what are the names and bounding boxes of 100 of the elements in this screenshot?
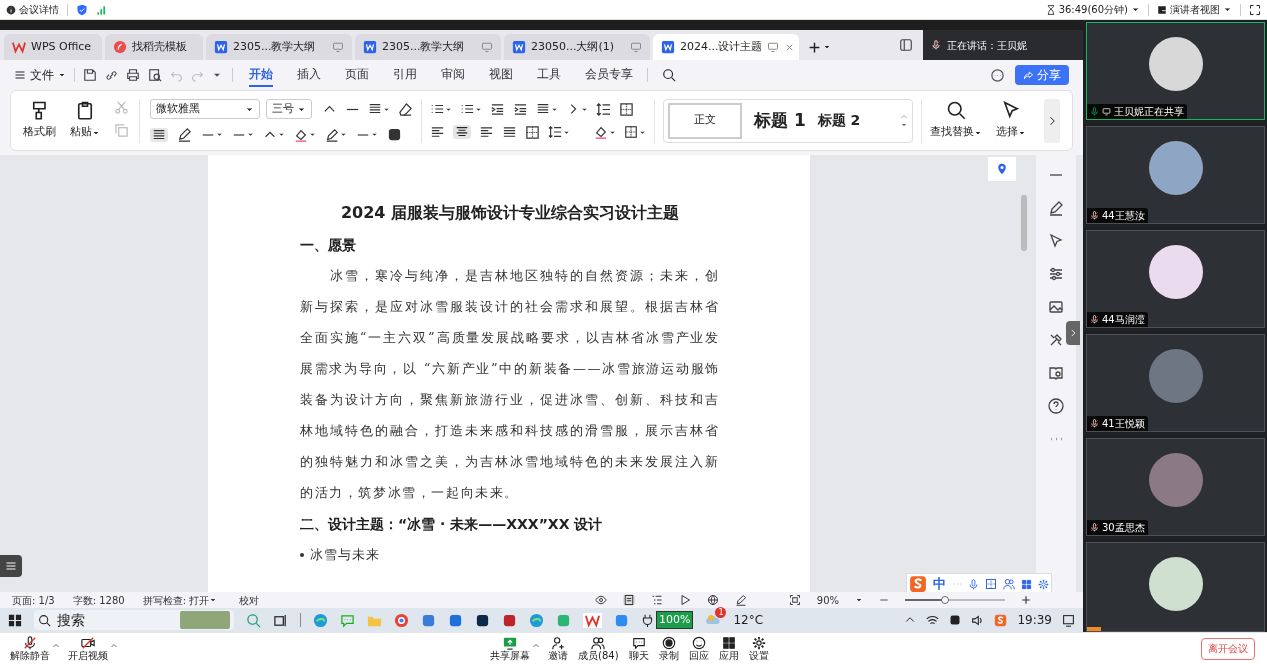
outdent-icon[interactable] bbox=[490, 101, 505, 117]
clock[interactable]: 19:39 bbox=[1017, 611, 1052, 629]
meeting-control[interactable]: 聊天 bbox=[626, 635, 651, 662]
meeting-control[interactable]: 邀请 bbox=[546, 635, 570, 662]
leave-meeting-button[interactable]: 离开会议 bbox=[1201, 637, 1255, 660]
location-pin-icon[interactable] bbox=[996, 163, 1008, 175]
justify-icon[interactable] bbox=[502, 124, 517, 140]
select-button[interactable]: 选择 bbox=[996, 100, 1026, 141]
ribbon-tab[interactable]: 页面 bbox=[345, 63, 369, 87]
participant-tile[interactable]: 30孟思杰 bbox=[1086, 438, 1265, 536]
document-tab[interactable]: 2024...设计主题 bbox=[653, 34, 799, 60]
eraser-icon[interactable] bbox=[398, 101, 413, 117]
scrollbar-thumb[interactable] bbox=[1021, 195, 1027, 251]
style-preset[interactable]: 标题 1 bbox=[754, 107, 806, 134]
highlight-icon[interactable] bbox=[325, 127, 339, 142]
line-spacing-icon[interactable] bbox=[548, 125, 562, 139]
document-tab[interactable]: 2305...教学大纲 bbox=[355, 34, 501, 60]
fullscreen-icon[interactable] bbox=[1249, 3, 1261, 16]
text-effect-icon[interactable] bbox=[294, 127, 308, 142]
find-replace-button[interactable]: 查找替换 bbox=[930, 100, 982, 141]
chat-bubble-icon[interactable] bbox=[990, 67, 1005, 83]
tools-icon[interactable] bbox=[1048, 332, 1064, 348]
outline-view-icon[interactable] bbox=[650, 594, 663, 606]
meeting-control[interactable]: 应用 bbox=[716, 635, 741, 662]
zoom-slider-thumb[interactable] bbox=[941, 596, 949, 604]
share-button[interactable]: 分享 bbox=[1015, 65, 1069, 85]
ribbon-tab[interactable]: 开始 bbox=[249, 63, 273, 87]
ribbon-tab[interactable]: 插入 bbox=[297, 63, 321, 87]
page-view-icon[interactable] bbox=[622, 594, 635, 606]
pointer-icon[interactable] bbox=[1048, 233, 1064, 249]
style-preset[interactable]: 标题 2 bbox=[817, 110, 861, 131]
font-dropdown[interactable]: 微软雅黑 bbox=[150, 99, 260, 119]
participant-tile[interactable]: 44王慧汝 bbox=[1086, 126, 1265, 224]
shading-icon[interactable] bbox=[594, 125, 608, 139]
volume-icon[interactable] bbox=[971, 613, 985, 627]
save-icon[interactable] bbox=[83, 68, 97, 82]
task-view-icon[interactable] bbox=[273, 612, 288, 628]
expand-panel-icon[interactable] bbox=[1068, 328, 1078, 338]
meeting-control[interactable]: 录制 bbox=[656, 635, 681, 662]
document-tab[interactable]: 2305...教学大纲 bbox=[206, 34, 352, 60]
meeting-control[interactable]: 成员(84) bbox=[576, 635, 621, 662]
play-icon[interactable] bbox=[678, 594, 691, 606]
zoom-level[interactable]: 90% bbox=[816, 592, 839, 608]
numbered-list-icon[interactable] bbox=[460, 102, 474, 116]
format-painter-button[interactable]: 格式刷 bbox=[23, 100, 56, 141]
print-preview-icon[interactable] bbox=[148, 68, 162, 82]
sogou-icon[interactable] bbox=[994, 613, 1008, 627]
indent-icon[interactable] bbox=[513, 101, 528, 117]
print-icon[interactable] bbox=[126, 68, 140, 82]
meeting-control[interactable]: 共享屏幕 bbox=[488, 635, 532, 662]
file-menu[interactable]: 文件 bbox=[14, 66, 66, 84]
web-view-icon[interactable] bbox=[706, 594, 719, 606]
borders-icon[interactable] bbox=[624, 125, 638, 139]
ribbon-tab[interactable]: 视图 bbox=[489, 63, 513, 87]
fit-icon[interactable] bbox=[788, 594, 801, 606]
new-tab-icon[interactable] bbox=[808, 40, 821, 54]
edit-icon[interactable] bbox=[734, 594, 747, 606]
participant-tile[interactable]: 41王悦颖 bbox=[1086, 334, 1265, 432]
table-icon[interactable] bbox=[619, 101, 634, 117]
ribbon-tab[interactable]: 会员专享 bbox=[585, 63, 633, 87]
taskbar-search-field[interactable]: 搜索 bbox=[34, 610, 234, 630]
zoom-in-icon[interactable] bbox=[1021, 595, 1031, 605]
align-center-icon[interactable] bbox=[455, 125, 469, 139]
link-icon[interactable] bbox=[105, 68, 118, 82]
meeting-control[interactable]: 解除静音 bbox=[8, 635, 52, 662]
proofread-button[interactable]: 校对 bbox=[239, 592, 260, 608]
participant-tile[interactable]: 44马润滢 bbox=[1086, 230, 1265, 328]
help-icon[interactable] bbox=[1048, 398, 1064, 414]
sliders-icon[interactable] bbox=[1048, 266, 1064, 282]
participant-tile[interactable]: 王贝妮正在共享 bbox=[1086, 22, 1265, 120]
paste-button[interactable]: 粘贴 bbox=[70, 100, 100, 141]
bullet-list-icon[interactable] bbox=[430, 102, 444, 116]
search-icon[interactable] bbox=[662, 68, 676, 82]
wifi-icon[interactable] bbox=[926, 613, 940, 627]
meeting-details-button[interactable]: 会议详情 bbox=[6, 2, 59, 17]
align-right-icon[interactable] bbox=[479, 124, 494, 140]
panel-icon[interactable] bbox=[899, 38, 913, 52]
font-size-dropdown[interactable]: 三号 bbox=[266, 99, 312, 119]
style-preset[interactable]: 正文 bbox=[668, 102, 742, 139]
windows-start-icon[interactable] bbox=[8, 613, 22, 627]
ribbon-tab[interactable]: 工具 bbox=[537, 63, 561, 87]
pen-icon[interactable] bbox=[1048, 200, 1064, 216]
outline-icon[interactable] bbox=[5, 560, 17, 572]
eye-icon[interactable] bbox=[594, 594, 607, 606]
spell-check-dropdown[interactable]: 拼写检查: 打开 bbox=[142, 592, 210, 608]
ribbon-tab[interactable]: 审阅 bbox=[441, 63, 465, 87]
word-count[interactable]: 字数: 1280 bbox=[72, 592, 125, 608]
ime-toolbar[interactable]: 中 bbox=[906, 573, 1052, 592]
document-tab[interactable]: 找稻壳模板 bbox=[105, 34, 203, 60]
meeting-control[interactable]: 回应 bbox=[686, 635, 711, 662]
ime-mode[interactable]: 中 bbox=[933, 574, 946, 592]
meeting-control[interactable]: 设置 bbox=[746, 635, 771, 662]
image-icon[interactable] bbox=[1048, 299, 1064, 315]
ribbon-tab[interactable]: 引用 bbox=[393, 63, 417, 87]
chrome-icon[interactable] bbox=[394, 612, 409, 628]
meeting-control[interactable]: 开启视频 bbox=[66, 635, 110, 662]
notifications-icon[interactable] bbox=[1062, 613, 1075, 627]
view-dropdown[interactable]: 演讲者视图 bbox=[1157, 2, 1232, 17]
document-tab[interactable]: 23050...大纲(1) bbox=[504, 34, 650, 60]
document-tab[interactable]: WPS Office bbox=[4, 34, 102, 60]
